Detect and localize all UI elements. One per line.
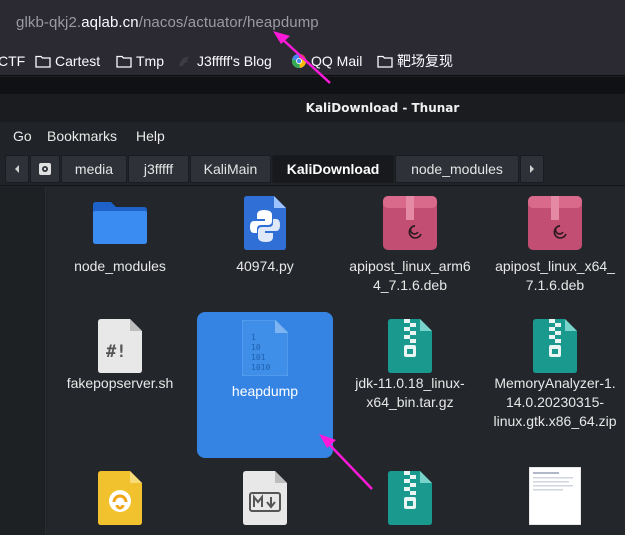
- bookmark-tmp[interactable]: Tmp: [116, 51, 164, 71]
- bookmark-label: 靶场复现: [397, 53, 453, 69]
- file-name-line: apipost_linux_arm6: [349, 258, 471, 274]
- shell-script-icon: #!: [98, 319, 142, 373]
- bookmark-blog[interactable]: J3fffff's Blog: [177, 51, 272, 71]
- image-thumbnail-icon: [529, 467, 581, 525]
- file-name-line: 7.1.6.deb: [525, 277, 585, 293]
- folder-icon: [377, 55, 393, 68]
- file-name-line: x64_bin.tar.gz: [366, 394, 454, 410]
- bookmark-label: Cartest: [55, 53, 101, 69]
- python-file-icon: [244, 196, 286, 250]
- file-name: fakepopserver.sh: [66, 375, 174, 391]
- file-name: MemoryAnalyzer-1. 14.0.20230315- linux.g…: [487, 374, 623, 431]
- menu-go[interactable]: Go: [13, 128, 32, 144]
- bookmark-label: CTF: [0, 53, 26, 69]
- bookmark-qq-mail[interactable]: QQ Mail: [291, 51, 362, 71]
- file-name-line: jdk-11.0.18_linux-: [355, 375, 465, 391]
- svg-text:#!: #!: [106, 342, 126, 362]
- address-bar[interactable]: glkb-qkj2.aqlab.cn/nacos/actuator/heapdu…: [0, 0, 625, 46]
- svg-text:1: 1: [251, 333, 256, 342]
- archive-icon: [388, 471, 432, 525]
- binary-file-icon: 1 10 101 1010: [242, 320, 288, 376]
- path-bar: media j3fffff KaliMain KaliDownload node…: [0, 152, 625, 186]
- svg-text:10: 10: [251, 343, 261, 352]
- path-media[interactable]: media: [61, 155, 127, 183]
- qq-mail-icon: [291, 53, 306, 68]
- svg-text:101: 101: [251, 353, 266, 362]
- bookmark-cartest[interactable]: Cartest: [35, 51, 100, 71]
- file-name: 40974.py: [236, 258, 294, 274]
- path-root-button[interactable]: [30, 155, 60, 183]
- file-name: jdk-11.0.18_linux- x64_bin.tar.gz: [342, 374, 478, 412]
- file-name-line: 14.0.20230315-: [505, 394, 605, 410]
- icon-view[interactable]: node_modules 40974.py apipost_linux_arm6…: [47, 187, 625, 535]
- drive-icon: [39, 163, 51, 175]
- path-forward-button[interactable]: [520, 155, 544, 183]
- file-name-line: linux.gtk.x86_64.zip: [493, 413, 617, 429]
- site-icon: [179, 56, 189, 66]
- app-package-icon: [98, 471, 142, 525]
- chevron-right-icon: [530, 165, 534, 173]
- side-pane[interactable]: [0, 187, 46, 535]
- path-node-modules[interactable]: node_modules: [395, 155, 519, 183]
- url-path: /nacos/actuator/heapdump: [138, 14, 319, 31]
- file-name-line: MemoryAnalyzer-1.: [494, 375, 616, 391]
- path-j3fffff[interactable]: j3fffff: [128, 155, 189, 183]
- file-name: apipost_linux_arm6 4_7.1.6.deb: [342, 257, 478, 295]
- file-name: apipost_linux_x64_ 7.1.6.deb: [487, 257, 623, 295]
- url-host: aqlab.cn: [81, 14, 139, 31]
- folder-icon: [93, 202, 147, 244]
- chevron-left-icon: [15, 165, 19, 173]
- bookmark-range[interactable]: 靶场复现: [377, 51, 453, 71]
- bookmark-label: QQ Mail: [311, 53, 363, 69]
- path-kalimain[interactable]: KaliMain: [190, 155, 271, 183]
- folder-icon: [116, 55, 132, 68]
- url-text[interactable]: glkb-qkj2.aqlab.cn/nacos/actuator/heapdu…: [16, 14, 319, 31]
- file-name: node_modules: [74, 258, 166, 274]
- svg-text:1010: 1010: [251, 363, 270, 372]
- desktop-gap: [0, 77, 625, 94]
- menu-bookmarks[interactable]: Bookmarks: [47, 128, 117, 144]
- archive-icon: [388, 319, 432, 373]
- file-name: heapdump: [231, 383, 299, 399]
- bookmarks-toolbar: CTF Cartest Tmp J3fffff's Blog QQ Mail 靶…: [0, 46, 625, 76]
- url-prefix: glkb-qkj2.: [16, 14, 82, 31]
- debian-package-icon: [528, 196, 582, 250]
- file-name-line: 4_7.1.6.deb: [373, 277, 447, 293]
- bookmark-label: J3fffff's Blog: [197, 53, 272, 69]
- window-title: KaliDownload - Thunar: [305, 101, 460, 115]
- menu-bar: Go Bookmarks Help: [0, 122, 625, 152]
- file-name-line: apipost_linux_x64_: [495, 258, 615, 274]
- thunar-window: KaliDownload - Thunar Go Bookmarks Help …: [0, 94, 625, 535]
- title-bar[interactable]: KaliDownload - Thunar: [0, 94, 625, 122]
- debian-package-icon: [383, 196, 437, 250]
- bookmark-label: Tmp: [136, 53, 164, 69]
- archive-icon: [533, 319, 577, 373]
- path-kalidownload[interactable]: KaliDownload: [272, 155, 394, 183]
- markdown-file-icon: [243, 471, 287, 525]
- path-back-button[interactable]: [5, 155, 29, 183]
- menu-help[interactable]: Help: [136, 128, 165, 144]
- bookmark-ctf[interactable]: CTF: [0, 51, 25, 71]
- folder-icon: [35, 55, 51, 68]
